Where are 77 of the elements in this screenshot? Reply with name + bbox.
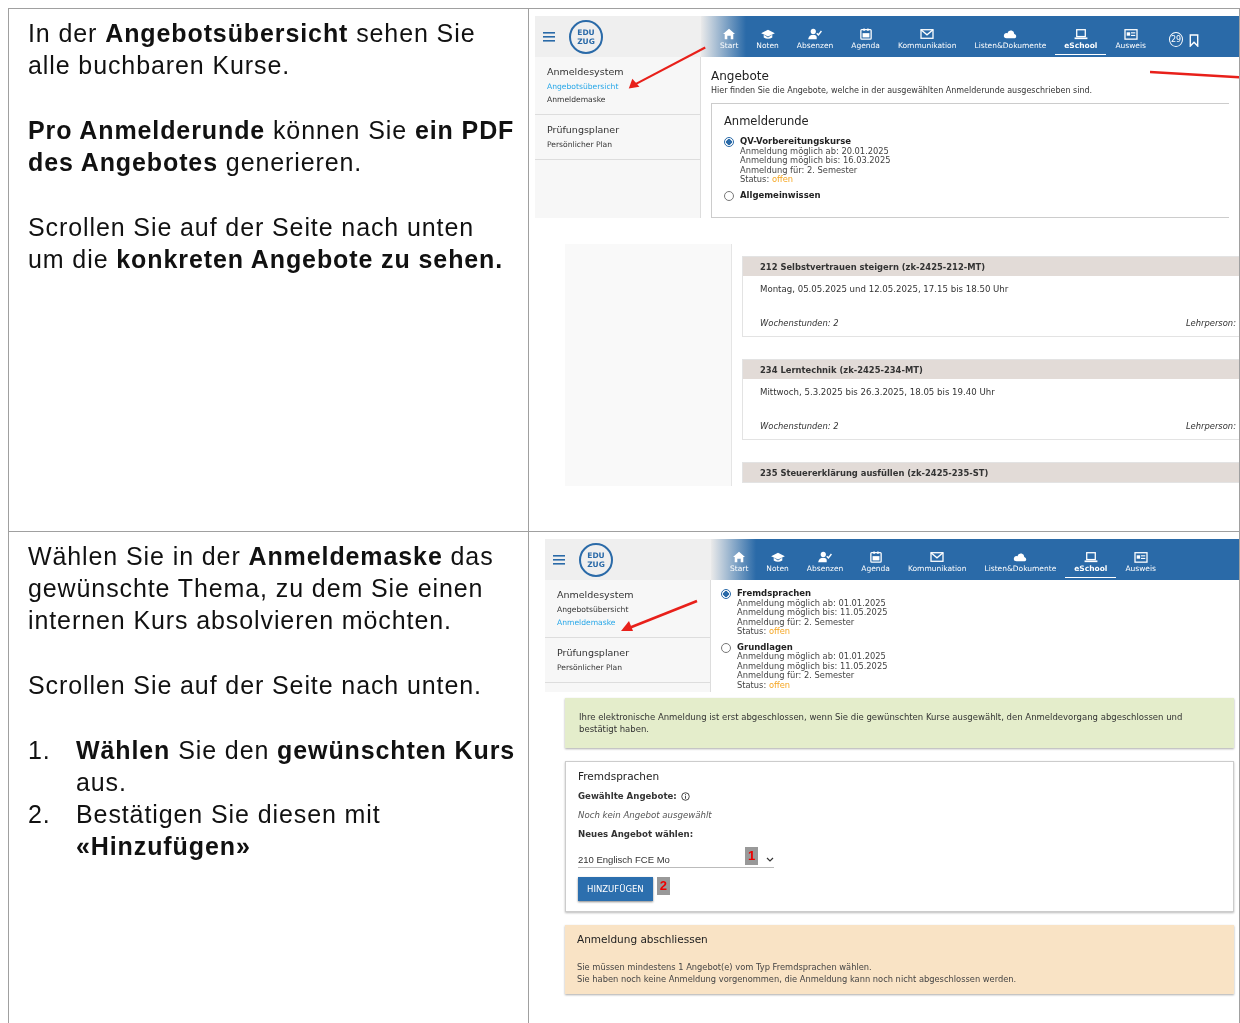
cloud-icon bbox=[1013, 551, 1028, 563]
round-detail: Anmeldung möglich bis: 11.05.2025 bbox=[737, 661, 888, 671]
sidebar-heading: Prüfungsplaner bbox=[547, 124, 620, 135]
bookmark-icon[interactable] bbox=[1189, 34, 1200, 47]
round-name: Fremdsprachen bbox=[737, 589, 813, 599]
round-detail: Anmeldung möglich bis: 16.03.2025 bbox=[740, 156, 891, 166]
course-title: 212 Selbstvertrauen steigern (zk-2425-212-MT) bbox=[743, 257, 1239, 276]
round-status: Status: offen bbox=[737, 627, 792, 637]
instruction-text: Wählen Sie den gewünschten Kurs aus. bbox=[76, 735, 517, 798]
house-icon bbox=[732, 551, 747, 563]
page-description: Hier finden Sie die Angebote, welche in der ausgewählten Anmelderunde ausgeschrieben sind. bbox=[711, 86, 1094, 95]
radio-button[interactable] bbox=[721, 589, 731, 599]
weekly-hours: Wochenstunden: 2 bbox=[760, 318, 839, 328]
radio-button[interactable] bbox=[724, 137, 734, 147]
id-card-icon bbox=[1123, 28, 1138, 40]
card-title: Anmelderunde bbox=[724, 114, 810, 128]
radio-button[interactable] bbox=[724, 190, 734, 201]
add-button[interactable]: HINZUFÜGEN bbox=[578, 877, 653, 901]
round-detail: Anmeldung möglich ab: 01.01.2025 bbox=[737, 652, 887, 662]
round-detail: Anmeldung für: 2. Semester bbox=[737, 671, 856, 681]
instruction-text: Scrollen Sie auf der Seite nach unten. bbox=[28, 670, 483, 701]
chevron-down-icon bbox=[766, 857, 774, 862]
panel-title: Anmeldung abschliessen bbox=[577, 933, 709, 945]
warning-text: Sie müssen mindestens 1 Angebot(e) vom Typ Fremdsprachen wählen. bbox=[577, 961, 873, 973]
envelope-icon bbox=[930, 551, 945, 563]
chosen-label: Gewählte Angebote: bbox=[578, 791, 677, 801]
select-label: Neues Angebot wählen: bbox=[578, 829, 695, 839]
envelope-icon bbox=[920, 28, 935, 40]
round-detail: Anmeldung für: 2. Semester bbox=[737, 617, 856, 627]
menu-icon[interactable] bbox=[553, 554, 565, 565]
instruction-text: Wählen Sie in der Anmeldemaske das gewünschte Thema, zu dem Sie einen internen Kurs absolvieren möchten. bbox=[28, 541, 495, 636]
instruction-text: Bestätigen Sie diesen mit «Hinzufügen» bbox=[76, 799, 382, 862]
round-detail: Anmeldung möglich bis: 11.05.2025 bbox=[737, 608, 888, 618]
step-marker: 1 bbox=[745, 847, 759, 865]
person-check-icon bbox=[808, 28, 823, 40]
radio-button[interactable] bbox=[721, 642, 731, 653]
instruction-text: In der Angebotsübersicht sehen Sie alle buchbaren Kurse. bbox=[28, 18, 477, 81]
house-icon bbox=[722, 28, 737, 40]
graduation-cap-icon bbox=[770, 551, 785, 563]
laptop-icon bbox=[1083, 551, 1098, 563]
card-title: Fremdsprachen bbox=[578, 770, 661, 782]
weekly-hours: Wochenstunden: 2 bbox=[760, 421, 839, 431]
course-title: 234 Lerntechnik (zk-2425-234-MT) bbox=[743, 360, 1239, 379]
id-card-icon bbox=[1133, 551, 1148, 563]
page-title: Angebote bbox=[711, 69, 769, 83]
menu-icon[interactable] bbox=[543, 31, 555, 42]
teacher-label: Lehrperson: bbox=[1185, 318, 1236, 328]
sidebar-heading: Prüfungsplaner bbox=[557, 647, 630, 658]
round-detail: Anmeldung möglich ab: 20.01.2025 bbox=[740, 146, 889, 156]
round-name: QV-Vorbereitungskurse bbox=[740, 137, 852, 147]
instruction-text: Pro Anmelderunde können Sie ein PDF des Angebotes generieren. bbox=[28, 115, 516, 178]
round-detail: Anmeldung möglich ab: 01.01.2025 bbox=[737, 598, 886, 608]
course-title: 235 Steuererklärung ausfüllen (zk-2425-235-ST) bbox=[743, 463, 1239, 482]
step-marker: 2 bbox=[656, 877, 670, 895]
calendar-icon bbox=[868, 551, 883, 563]
cloud-icon bbox=[1003, 28, 1018, 40]
sidebar-heading: Anmeldesystem bbox=[547, 66, 624, 77]
round-status: Status: offen bbox=[740, 175, 795, 185]
course-schedule: Mittwoch, 5.3.2025 bis 26.3.2025, 18.05 bis 19.40 Uhr bbox=[759, 386, 996, 399]
calendar-icon bbox=[858, 28, 873, 40]
empty-note: Noch kein Angebot ausgewählt bbox=[578, 810, 713, 820]
round-name: Allgemeinwissen bbox=[740, 190, 821, 200]
warning-text: Sie haben noch keine Anmeldung vorgenommen, die Anmeldung kann noch nicht abgeschlossen werden. bbox=[577, 973, 1018, 985]
sidebar-heading: Anmeldesystem bbox=[557, 589, 634, 600]
laptop-icon bbox=[1073, 28, 1088, 40]
round-status: Status: offen bbox=[737, 680, 792, 690]
round-name: Grundlagen bbox=[737, 642, 793, 652]
round-detail: Anmeldung für: 2. Semester bbox=[740, 165, 859, 175]
info-message: Ihre elektronische Anmeldung ist erst abgeschlossen, wenn Sie die gewünschten Kurse ausgewählt, den Anmeldevorgang abgeschlossen und bestätigt haben. bbox=[565, 698, 1234, 748]
instruction-text: Scrollen Sie auf der Seite nach unten um die konkreten Angebote zu sehen. bbox=[28, 212, 505, 275]
course-schedule: Montag, 05.05.2025 und 12.05.2025, 17.15 bis 18.50 Uhr bbox=[759, 283, 1010, 296]
info-icon[interactable] bbox=[680, 791, 690, 801]
person-check-icon bbox=[818, 551, 833, 563]
list-number: 2. bbox=[28, 799, 52, 830]
teacher-label: Lehrperson: bbox=[1185, 421, 1236, 431]
list-number: 1. bbox=[28, 735, 52, 766]
graduation-cap-icon bbox=[760, 28, 775, 40]
